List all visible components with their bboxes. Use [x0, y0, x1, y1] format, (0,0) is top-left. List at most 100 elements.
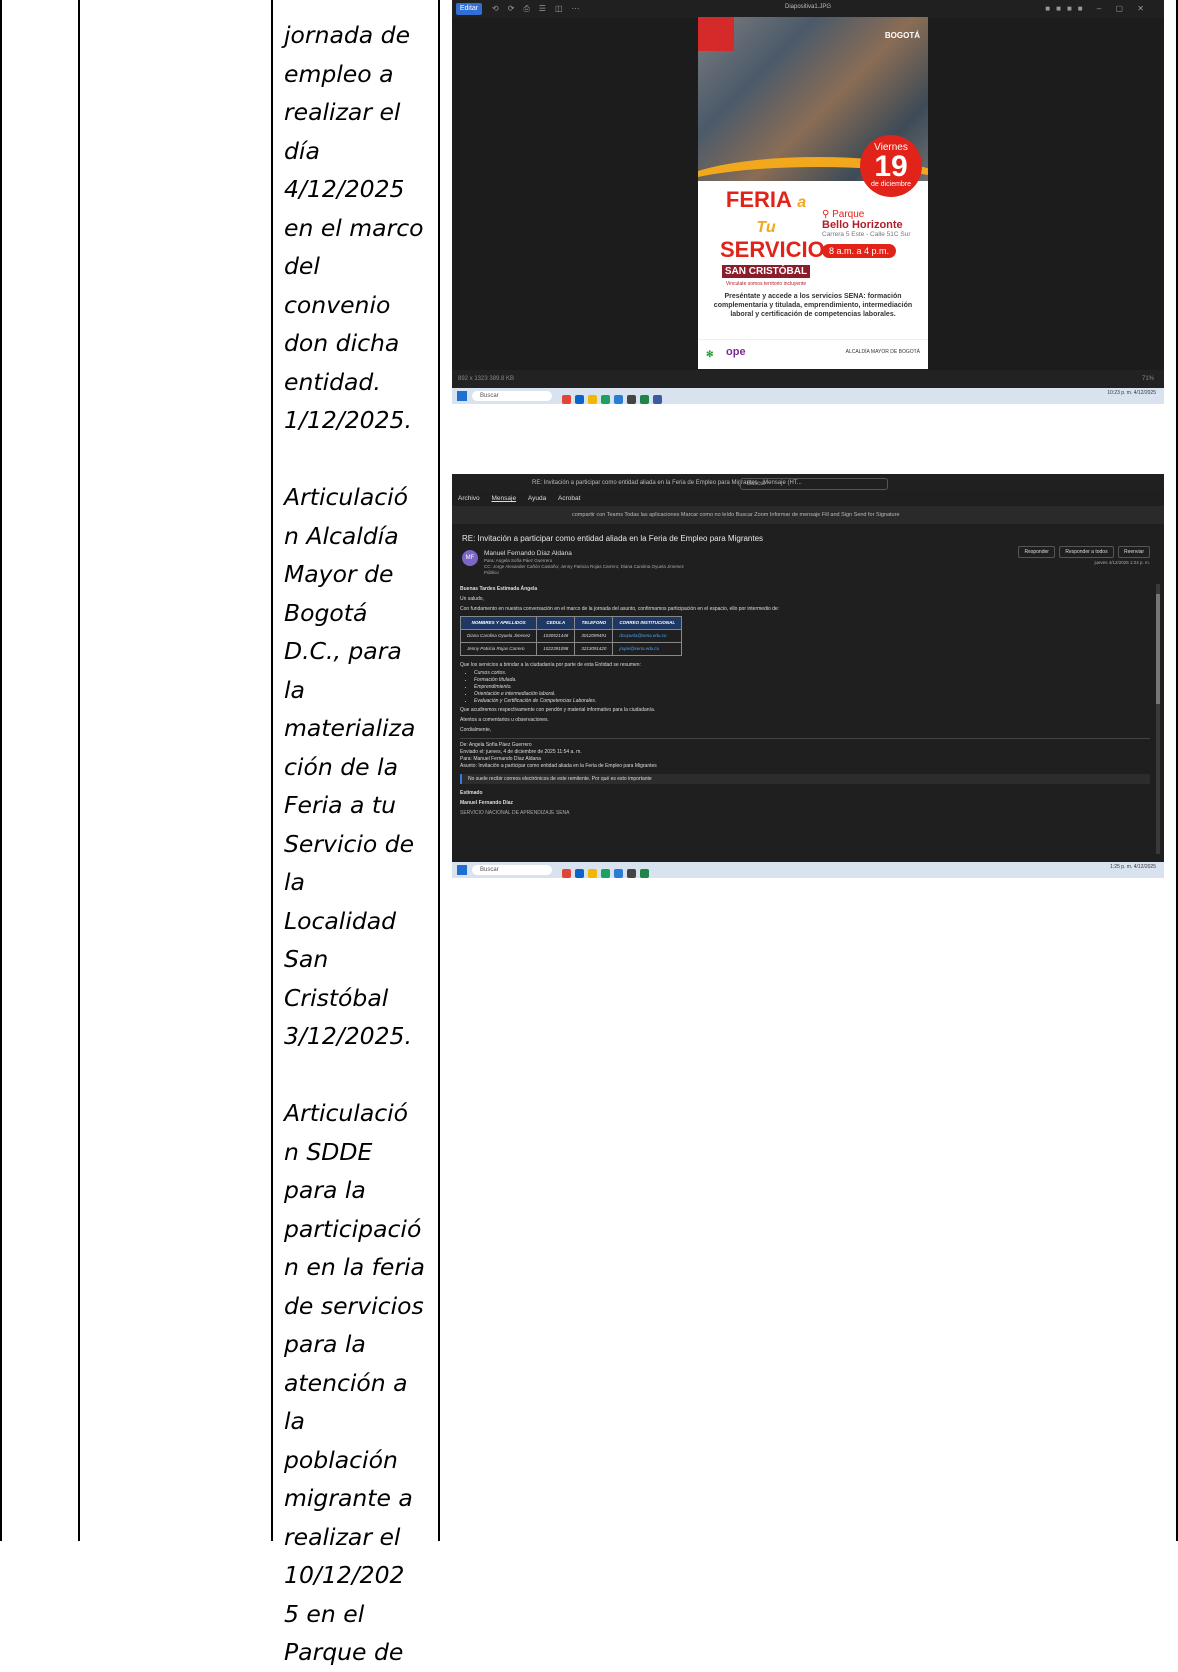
chrome-icon[interactable]: [562, 395, 571, 404]
col-header-cedula: CEDULA: [536, 616, 576, 630]
text-line: Parque de: [284, 1638, 404, 1666]
cell-email-link[interactable]: dcoyuela@sena.edu.co: [612, 629, 683, 643]
menu-archivo[interactable]: Archivo: [458, 495, 480, 502]
text-line: Mayor de: [284, 560, 394, 588]
cell-id: 1022391098: [536, 642, 576, 656]
poster-feria-block: FERIA a Tu SERVICIO SAN CRISTÓBAL Vincul…: [720, 189, 825, 288]
list-item: Formación titulada.: [474, 677, 1150, 684]
menu-acrobat[interactable]: Acrobat: [558, 495, 580, 502]
poster-logo-mid: ope: [726, 346, 746, 358]
text-line: participació: [284, 1214, 422, 1243]
ribbon-commands[interactable]: compartir con Teams Todas las aplicacion…: [572, 512, 900, 518]
text-line: 5 en el: [284, 1599, 365, 1628]
app-icon[interactable]: [627, 869, 636, 878]
explorer-icon[interactable]: [588, 395, 597, 404]
poster-brand: BOGOTÁ: [884, 31, 920, 40]
poster-body-text: Preséntate y accede a los servicios SENA…: [713, 293, 913, 318]
table-border-left: [0, 0, 2, 1541]
edge-icon[interactable]: [614, 395, 623, 404]
list-item: Evaluación y Certificación de Competenci…: [474, 698, 1150, 705]
text-line: 3/12/2025.: [284, 1022, 412, 1050]
outlook-search[interactable]: Buscar: [740, 478, 888, 490]
windows-start-icon[interactable]: [457, 391, 467, 401]
estimado-line: Estimado: [460, 790, 483, 796]
screenshot-photo-viewer: Editar ⟲⟳⎙☰◫⋯ Diapositiva1.JPG ■■■■ – ▢ …: [452, 0, 1164, 404]
poster-address: Carrera 5 Este - Calle 51C Sur: [822, 231, 911, 238]
windows-start-icon[interactable]: [457, 865, 467, 875]
edge-icon[interactable]: [614, 869, 623, 878]
text-line: entidad.: [284, 367, 381, 396]
taskbar-search[interactable]: Buscar: [472, 391, 552, 401]
table-border-col3: [438, 0, 440, 1541]
text-line: jornada de: [284, 21, 411, 49]
viewer-statusbar: 892 x 1323 389.8 KB 71%: [452, 370, 1164, 388]
image-info: 892 x 1323 389.8 KB: [458, 376, 515, 382]
paragraph-employment-day: jornada de empleo a realizar el día 4/12/202…: [284, 16, 434, 440]
window-controls-icon[interactable]: ■■■■ – ▢ ✕: [1045, 4, 1150, 13]
closing-3: Cordialmente,: [460, 727, 492, 733]
forward-button[interactable]: Reenviar: [1117, 546, 1150, 558]
text-line: n SDDE: [284, 1137, 373, 1166]
email-cc: CC: Jorge Alexander Cañón Castaño; Jenny…: [484, 564, 684, 569]
explorer-icon[interactable]: [588, 869, 597, 878]
email-body: Buenas Tardes Estimada Ángela Un saludo,…: [459, 584, 1150, 818]
list-item: Emprendimiento.: [474, 684, 1150, 691]
outlook-icon[interactable]: [575, 869, 584, 878]
reply-button[interactable]: Responder: [1018, 546, 1055, 558]
taskbar-search[interactable]: Buscar: [472, 865, 552, 875]
text-line: Servicio de: [284, 829, 415, 858]
menu-mensaje[interactable]: Mensaje: [492, 495, 517, 502]
email-saludo: Un saludo,: [460, 596, 484, 602]
email-date: jueves 4/12/2025 1:24 p. m.: [1094, 560, 1150, 565]
outlook-icon[interactable]: [575, 395, 584, 404]
email-header: Manuel Fernando Díaz Aldana Para: Angela…: [484, 550, 684, 576]
outlook-ribbon: compartir con Teams Todas las aplicacion…: [452, 506, 1164, 524]
text-line: D.C., para: [284, 637, 402, 665]
outlook-titlebar: RE: Invitación a participar como entidad…: [452, 474, 1164, 492]
text-line: población: [284, 1445, 398, 1474]
text-line: Bogotá: [284, 598, 368, 627]
services-intro: Que los servicios a brindar a la ciudada…: [460, 662, 641, 668]
text-line: para la: [284, 1330, 366, 1358]
col-header-telefono: TELEFONO: [574, 616, 614, 630]
closing-1: Que acudiremos respectivamente con pendó…: [460, 707, 656, 713]
poster-place-2: Bello Horizonte: [822, 219, 903, 231]
poster-place-block: ⚲ Parque Bello Horizonte Carrera 5 Este …: [822, 209, 926, 259]
taskbar-apps: [562, 865, 653, 878]
table-border-col2: [271, 0, 273, 1541]
poster-footer-right: ALCALDÍA MAYOR DE BOGOTÁ: [845, 349, 920, 355]
text-line: para la: [284, 1176, 366, 1204]
text-line: del: [284, 252, 320, 280]
email-scrollbar-thumb[interactable]: [1156, 594, 1160, 704]
table-row: Jenny Patricia Rojas Carrero 1022391098 …: [459, 642, 683, 656]
cell-name: Jenny Patricia Rojas Carrero: [459, 642, 538, 656]
zoom-level[interactable]: 71%: [1142, 370, 1154, 388]
text-line: San: [284, 945, 329, 973]
text-line: Feria a tu: [284, 791, 397, 819]
list-item: Cursos cortos.: [474, 670, 1150, 677]
app-icon[interactable]: [601, 395, 610, 404]
fwd-subject: Asunto: Invitación a participar como ent…: [460, 763, 657, 769]
text-line: Cristóbal: [284, 983, 389, 1012]
text-line: n Alcaldía: [284, 521, 399, 550]
cell-email-link[interactable]: jrojas@sena.edu.co: [612, 642, 683, 656]
excel-icon[interactable]: [640, 869, 649, 878]
text-line: de servicios: [284, 1291, 424, 1320]
email-sender: Manuel Fernando Díaz Aldana: [484, 550, 572, 557]
text-line: realizar el: [284, 98, 401, 126]
app-icon[interactable]: [627, 395, 636, 404]
text-line: ción de la: [284, 752, 398, 781]
excel-icon[interactable]: [640, 395, 649, 404]
paragraph-alcaldia: Articulació n Alcaldía Mayor de Bogotá D.C.,…: [284, 478, 434, 1056]
sena-logo-icon: ✻: [706, 349, 714, 359]
email-intro: Con fundamento en nuestra conversación e…: [460, 606, 780, 612]
menu-ayuda[interactable]: Ayuda: [528, 495, 546, 502]
table-row: Diana Carolina Oyuela Jimenez 1030521448…: [459, 629, 683, 643]
photos-icon[interactable]: [653, 395, 662, 404]
text-line: la: [284, 1407, 305, 1435]
reply-all-button[interactable]: Responder a todos: [1059, 546, 1114, 558]
app-icon[interactable]: [601, 869, 610, 878]
text-line: migrante a: [284, 1484, 413, 1512]
text-line: la: [284, 868, 305, 896]
chrome-icon[interactable]: [562, 869, 571, 878]
